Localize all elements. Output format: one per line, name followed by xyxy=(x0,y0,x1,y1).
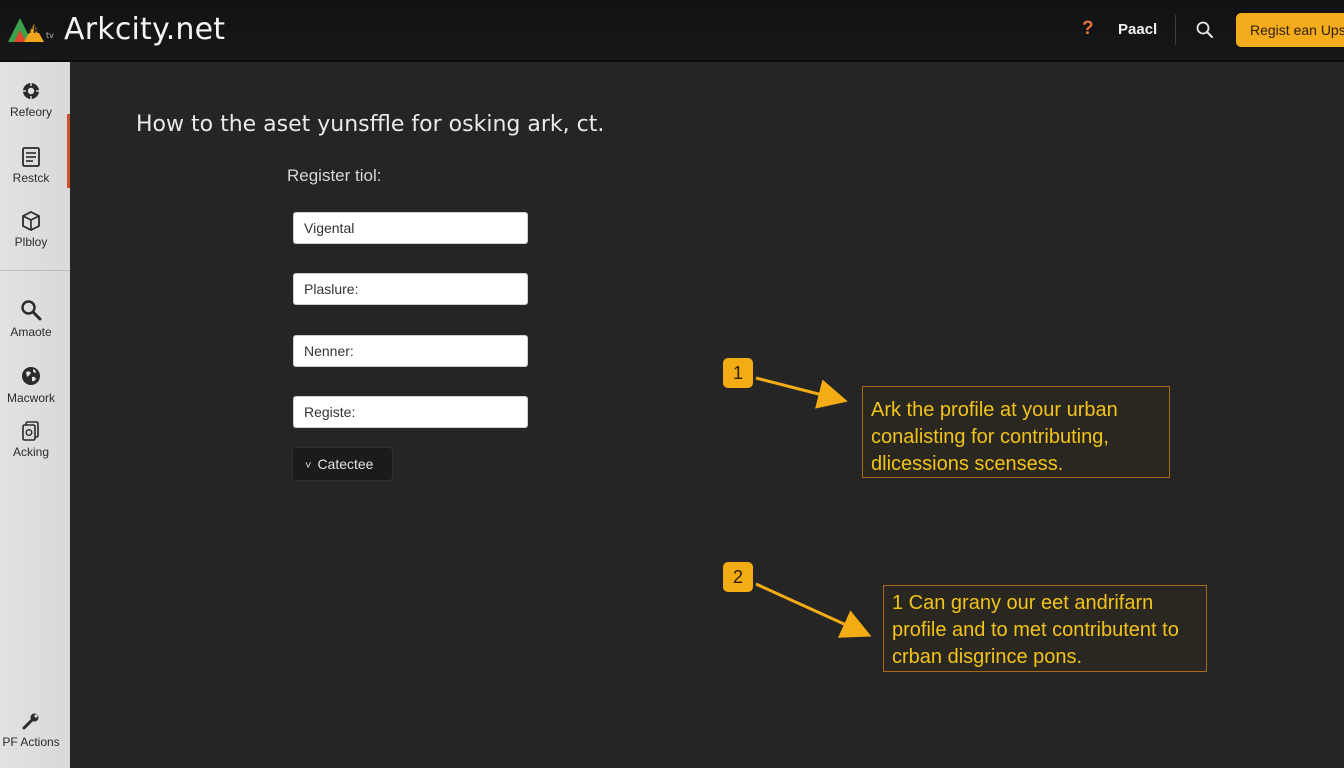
gear-icon xyxy=(23,83,39,99)
sidebar-item-label: Restck xyxy=(12,171,50,185)
registe-field[interactable] xyxy=(293,396,528,428)
sidebar-active-indicator xyxy=(67,114,70,188)
sidebar-item-amaote[interactable]: Amaote xyxy=(0,298,62,339)
nenner-field[interactable] xyxy=(293,335,528,367)
top-bar: rk tv Arkcity.net ? Paacl Regist ean Ups xyxy=(0,0,1344,62)
category-select[interactable]: ˅ Catectee xyxy=(292,447,393,481)
sidebar-item-label: Plbloy xyxy=(14,235,48,249)
ark-logo-icon[interactable]: rk tv xyxy=(6,14,58,44)
sidebar-item-label: Macwork xyxy=(6,391,55,405)
sidebar-item-pf-actions[interactable]: PF Actions xyxy=(0,710,62,749)
sidebar-item-label: Refeory xyxy=(9,105,53,119)
chevron-down-icon: ˅ xyxy=(305,460,312,472)
globe-icon xyxy=(22,367,40,385)
search-icon[interactable] xyxy=(1195,20,1215,40)
plaslure-field[interactable] xyxy=(293,273,528,305)
sidebar-item-label: Amaote xyxy=(10,325,52,339)
sidebar-divider xyxy=(0,270,70,271)
wrench-icon xyxy=(22,713,39,730)
register-button[interactable]: Regist ean Ups xyxy=(1236,13,1344,47)
callout-2-arrow xyxy=(755,582,872,638)
sidebar-item-restck[interactable]: Restck xyxy=(0,146,62,185)
search-icon xyxy=(21,300,42,321)
sidebar-item-refeory[interactable]: Refeory xyxy=(0,80,62,119)
sidebar-item-label: PF Actions xyxy=(2,735,60,749)
header-divider xyxy=(1175,15,1176,45)
sidebar-item-acking[interactable]: Acking xyxy=(0,420,62,459)
svg-text:rk: rk xyxy=(28,25,40,36)
svg-text:tv: tv xyxy=(46,31,54,40)
page-title: How to the aset yunsffle for osking ark,… xyxy=(136,112,605,137)
sidebar-item-label: Acking xyxy=(12,445,50,459)
profile-link[interactable]: Paacl xyxy=(1118,21,1157,38)
callout-box-1: Ark the profile at your urban conalistin… xyxy=(862,386,1170,478)
site-title[interactable]: Arkcity.net xyxy=(64,12,225,47)
category-select-label: Catectee xyxy=(317,456,374,472)
question-icon[interactable]: ? xyxy=(1082,18,1094,40)
box-icon xyxy=(22,210,40,232)
step-badge-1: 1 xyxy=(723,358,753,388)
form-label: Register tiol: xyxy=(287,166,382,185)
document-icon xyxy=(22,421,39,441)
callout-box-2: 1 Can grany our eet andrifarn profile an… xyxy=(883,585,1207,672)
step-badge-2: 2 xyxy=(723,562,753,592)
callout-1-arrow xyxy=(755,376,848,409)
vigental-field[interactable] xyxy=(293,212,528,244)
sidebar-item-macwork[interactable]: Macwork xyxy=(0,364,62,405)
list-icon xyxy=(22,147,40,167)
sidebar: Refeory Restck Plbloy Amaote Macwork Ack… xyxy=(0,62,70,768)
sidebar-item-plbloy[interactable]: Plbloy xyxy=(0,210,62,249)
